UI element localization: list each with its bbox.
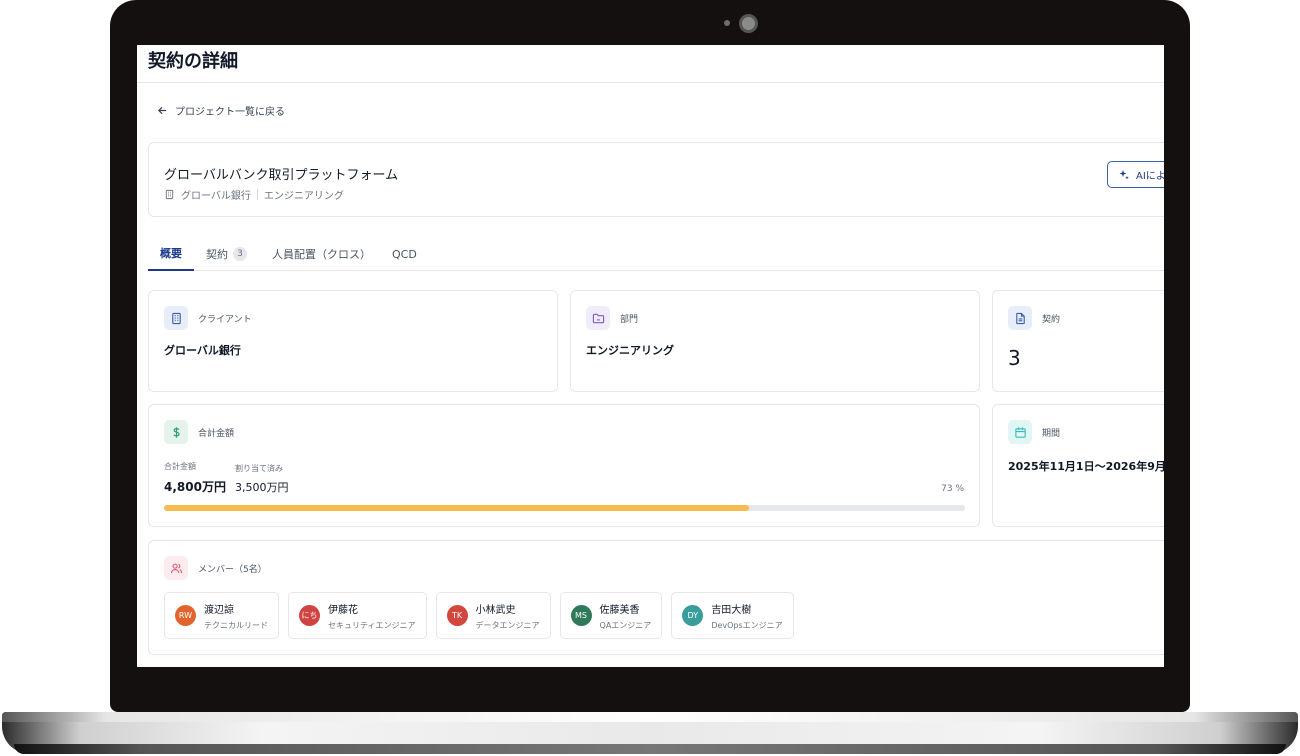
- tab-contracts-badge: 3: [233, 247, 247, 261]
- client-card-value: グローバル銀行: [164, 344, 241, 357]
- member-chip[interactable]: にち 伊藤花 セキュリティエンジニア: [288, 592, 427, 639]
- avatar: MS: [570, 605, 592, 626]
- member-name: 小林武史: [475, 604, 516, 616]
- camera-lens: [739, 14, 758, 33]
- total-amount-value: 4,800万円: [164, 480, 226, 494]
- member-role: セキュリティエンジニア: [328, 620, 416, 630]
- tab-qcd-label: QCD: [392, 247, 417, 261]
- avatar: TK: [446, 605, 468, 626]
- department-card-value: エンジニアリング: [586, 344, 674, 357]
- client-icon-box: [164, 306, 188, 330]
- project-client: グローバル銀行: [181, 191, 251, 202]
- tab-overview[interactable]: 概要: [148, 237, 194, 271]
- project-header-card: グローバルバンク取引プラットフォーム グローバル銀行 エンジニアリング AIによ: [148, 142, 1164, 217]
- member-name: 渡辺諒: [204, 604, 234, 616]
- avatar: DY: [682, 605, 704, 626]
- allocated-amount-value: 3,500万円: [235, 481, 289, 494]
- department-card: 部門 エンジニアリング: [570, 290, 980, 392]
- total-amount-card: 合計金額 合計金額 4,800万円 割り当て済み 3,500万円 73 %: [148, 404, 980, 527]
- avatar: にち: [299, 605, 320, 626]
- page-title: 契約の詳細: [148, 51, 238, 72]
- tab-overview-label: 概要: [160, 247, 182, 260]
- amount-icon-box: [164, 420, 188, 444]
- member-role: データエンジニア: [475, 620, 540, 630]
- laptop-base: [2, 712, 1298, 754]
- members-card: メンバー（5名） RW 渡辺諒 テクニカルリード にち 伊藤花 セキュリティエン…: [148, 540, 1164, 655]
- meta-divider: [256, 189, 258, 200]
- period-card: 期間 2025年11月1日〜2026年9月30日: [992, 404, 1164, 527]
- document-icon: [1015, 312, 1025, 324]
- member-role: QAエンジニア: [599, 620, 652, 630]
- allocated-amount-label: 割り当て済み: [235, 464, 283, 473]
- period-icon-box: [1008, 420, 1032, 444]
- back-link-label: プロジェクト一覧に戻る: [175, 107, 285, 118]
- project-department: エンジニアリング: [263, 191, 344, 202]
- building-icon: [171, 312, 181, 324]
- tab-staffing-label: 人員配置（クロス）: [272, 248, 371, 261]
- member-name: 伊藤花: [328, 604, 358, 616]
- contracts-card: 契約 3: [992, 290, 1164, 392]
- member-text: 渡辺諒 テクニカルリード: [204, 601, 268, 631]
- building-icon: [165, 189, 174, 200]
- tab-staffing[interactable]: 人員配置（クロス）: [272, 237, 371, 271]
- member-list: RW 渡辺諒 テクニカルリード にち 伊藤花 セキュリティエンジニア TK 小林…: [164, 592, 794, 639]
- member-name: 佐藤美香: [599, 604, 640, 616]
- member-text: 佐藤美香 QAエンジニア: [600, 601, 652, 631]
- avatar: RW: [175, 605, 196, 626]
- ai-button[interactable]: AIによ: [1107, 161, 1164, 188]
- department-card-label: 部門: [620, 315, 639, 325]
- calendar-icon: [1014, 426, 1026, 438]
- member-role: テクニカルリード: [204, 620, 268, 630]
- tab-qcd[interactable]: QCD: [392, 237, 417, 271]
- arrow-left-icon: [157, 106, 167, 115]
- member-text: 吉田大樹 DevOpsエンジニア: [711, 601, 782, 631]
- amount-card-label: 合計金額: [198, 429, 235, 439]
- department-icon-box: [586, 306, 610, 330]
- camera-indicator: [724, 20, 730, 26]
- contracts-icon-box: [1008, 306, 1032, 330]
- client-card-label: クライアント: [198, 315, 252, 325]
- period-card-value: 2025年11月1日〜2026年9月30日: [1008, 460, 1164, 473]
- tab-contracts-label: 契約: [206, 248, 228, 261]
- dollar-icon: [172, 426, 180, 438]
- tab-contracts[interactable]: 契約 3: [206, 237, 247, 271]
- allocation-percent: 73 %: [941, 484, 964, 494]
- member-text: 伊藤花 セキュリティエンジニア: [328, 601, 416, 631]
- allocation-progress-bar: [164, 505, 965, 511]
- client-card: クライアント グローバル銀行: [148, 290, 558, 392]
- contracts-card-value: 3: [1008, 346, 1021, 370]
- folder-icon: [592, 313, 604, 323]
- member-text: 小林武史 データエンジニア: [476, 601, 540, 631]
- contracts-card-label: 契約: [1042, 315, 1061, 325]
- period-card-label: 期間: [1042, 429, 1061, 439]
- member-chip[interactable]: TK 小林武史 データエンジニア: [435, 592, 551, 639]
- title-divider: [137, 82, 1164, 83]
- member-role: DevOpsエンジニア: [711, 620, 783, 630]
- back-to-projects-link[interactable]: プロジェクト一覧に戻る: [157, 103, 285, 118]
- sparkle-icon: [1119, 169, 1129, 180]
- member-name: 吉田大樹: [711, 604, 752, 616]
- project-name: グローバルバンク取引プラットフォーム: [164, 168, 399, 183]
- member-chip[interactable]: MS 佐藤美香 QAエンジニア: [559, 592, 663, 639]
- screen: 契約の詳細 プロジェクト一覧に戻る グローバルバンク取引プラットフォーム グロー…: [137, 45, 1164, 667]
- total-amount-label: 合計金額: [164, 462, 196, 471]
- project-meta: グローバル銀行 エンジニアリング: [164, 187, 344, 202]
- tab-bar: 概要 契約 3 人員配置（クロス） QCD: [148, 237, 1164, 271]
- members-icon-box: [164, 556, 188, 580]
- users-icon: [170, 563, 182, 573]
- ai-button-label: AIによ: [1136, 171, 1164, 182]
- allocation-progress-fill: [164, 505, 749, 511]
- members-card-label: メンバー（5名）: [198, 565, 267, 575]
- member-chip[interactable]: DY 吉田大樹 DevOpsエンジニア: [671, 592, 794, 639]
- member-chip[interactable]: RW 渡辺諒 テクニカルリード: [164, 592, 279, 639]
